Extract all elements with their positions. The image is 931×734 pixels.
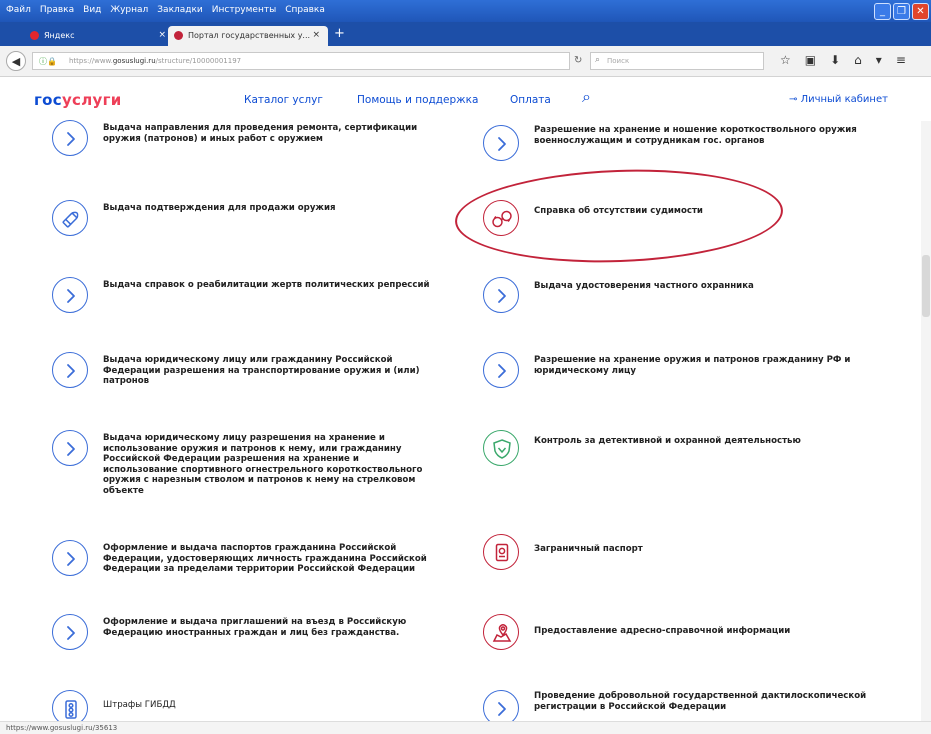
close-window-icon[interactable]: ✕ — [912, 3, 929, 20]
service-title: Выдача удостоверения частного охранника — [534, 281, 754, 291]
service-title: Выдача справок о реабилитации жертв поли… — [103, 280, 430, 290]
browser-search-input[interactable]: ⌕ Поиск — [590, 52, 764, 70]
home-icon[interactable]: ⌂ — [854, 53, 862, 67]
reload-icon[interactable]: ↻ — [574, 55, 582, 66]
site-header: госуслуги Каталог услуг Помощь и поддерж… — [0, 77, 931, 121]
restore-icon[interactable]: ❐ — [893, 3, 910, 20]
service-title: Выдача юридическому лицу или гражданину … — [103, 355, 420, 386]
tab-label: Яндекс — [44, 31, 75, 40]
logo-part-blue: гос — [34, 91, 62, 109]
menu-view[interactable]: Вид — [83, 5, 101, 15]
window-controls: _ ❐ ✕ — [874, 3, 929, 20]
service-title: Проведение добровольной государственной … — [534, 691, 867, 712]
close-tab-icon[interactable]: × — [158, 30, 166, 40]
service-title: Разрешение на хранение оружия и патронов… — [534, 355, 851, 376]
scrollbar-thumb[interactable] — [922, 255, 930, 317]
logo-part-red: услуги — [61, 91, 122, 109]
service-title: Оформление и выдача приглашений на въезд… — [103, 617, 407, 638]
service-chevron-icon — [483, 125, 519, 161]
nav-catalog-link[interactable]: Каталог услуг — [244, 94, 323, 106]
status-url: https://www.gosuslugi.ru/35613 — [6, 724, 118, 732]
service-title: Выдача юридическому лицу разрешения на х… — [103, 433, 423, 496]
url-path: /structure/10000001197 — [155, 57, 242, 65]
weapon-cartridge-icon — [52, 200, 88, 236]
service-chevron-icon — [52, 120, 88, 156]
nav-help-link[interactable]: Помощь и поддержка — [357, 94, 478, 106]
service-title: Разрешение на хранение и ношение коротко… — [534, 125, 857, 146]
search-placeholder: Поиск — [607, 57, 630, 65]
menu-history[interactable]: Журнал — [110, 5, 148, 15]
download-icon[interactable]: ⬇ — [830, 53, 840, 67]
menu-file[interactable]: Файл — [6, 5, 31, 15]
tab-yandex[interactable]: Яндекс × — [24, 26, 174, 46]
page-scrollbar[interactable] — [921, 121, 931, 721]
passport-icon — [483, 534, 519, 570]
service-title: Выдача подтверждения для продажи оружия — [103, 203, 336, 213]
menu-edit[interactable]: Правка — [40, 5, 74, 15]
new-tab-icon[interactable]: + — [334, 26, 345, 41]
toolbar-icons: ☆ ▣ ⬇ ⌂ ▾ ≡ — [780, 53, 906, 67]
site-search-icon[interactable]: ⌕ — [582, 87, 591, 107]
service-title: Выдача направления для проведения ремонт… — [103, 123, 418, 144]
clipboard-icon[interactable]: ▣ — [805, 53, 816, 67]
service-title: Оформление и выдача паспортов гражданина… — [103, 543, 427, 574]
address-bar[interactable]: ⓘ🔒 https://www.gosuslugi.ru/structure/10… — [32, 52, 570, 70]
map-location-icon — [483, 614, 519, 650]
browser-tabbar: Яндекс × Портал государственных у... × — [0, 22, 931, 46]
tab-label: Портал государственных у... — [188, 31, 311, 40]
lock-icon: ⓘ🔒 — [39, 57, 57, 66]
tab-gosuslugi[interactable]: Портал государственных у... × — [168, 26, 328, 46]
menu-bookmarks[interactable]: Закладки — [157, 5, 203, 15]
service-chevron-icon — [52, 430, 88, 466]
service-chevron-icon — [52, 277, 88, 313]
shield-icon — [483, 430, 519, 466]
service-title: Предоставление адресно-справочной информ… — [534, 626, 791, 636]
service-chevron-icon — [52, 540, 88, 576]
menu-tools[interactable]: Инструменты — [212, 5, 276, 15]
service-title: Штрафы ГИБДД — [103, 700, 176, 710]
yandex-favicon-icon — [30, 31, 39, 40]
key-icon: ⊸ — [789, 94, 801, 105]
personal-cabinet-label: Личный кабинет — [800, 94, 888, 105]
url-domain: gosuslugi.ru — [112, 57, 156, 65]
browser-navbar: ◀ ⓘ🔒 https://www.gosuslugi.ru/structure/… — [0, 46, 931, 77]
menu-list: Файл Правка Вид Журнал Закладки Инструме… — [6, 5, 325, 15]
gosuslugi-logo[interactable]: госуслуги — [34, 91, 122, 109]
service-chevron-icon — [52, 352, 88, 388]
service-title: Заграничный паспорт — [534, 544, 643, 554]
search-icon: ⌕ — [595, 55, 601, 65]
service-title: Контроль за детективной и охранной деяте… — [534, 436, 801, 446]
personal-cabinet-link[interactable]: ⊸ Личный кабинет — [789, 94, 888, 105]
service-chevron-icon — [483, 277, 519, 313]
hamburger-menu-icon[interactable]: ≡ — [896, 53, 906, 67]
pocket-icon[interactable]: ▾ — [876, 53, 882, 67]
back-arrow-icon[interactable]: ◀ — [6, 51, 26, 71]
url-prefix: https://www. — [69, 57, 113, 65]
minimize-icon[interactable]: _ — [874, 3, 891, 20]
gosuslugi-favicon-icon — [174, 31, 183, 40]
browser-statusbar: https://www.gosuslugi.ru/35613 — [0, 721, 931, 734]
close-tab-icon[interactable]: × — [312, 30, 320, 40]
service-chevron-icon — [483, 352, 519, 388]
service-chevron-icon — [52, 614, 88, 650]
nav-payment-link[interactable]: Оплата — [510, 94, 551, 106]
red-hand-drawn-highlight — [453, 164, 785, 268]
menu-help[interactable]: Справка — [285, 5, 325, 15]
bookmark-star-icon[interactable]: ☆ — [780, 53, 791, 67]
browser-menubar: Файл Правка Вид Журнал Закладки Инструме… — [0, 0, 931, 22]
